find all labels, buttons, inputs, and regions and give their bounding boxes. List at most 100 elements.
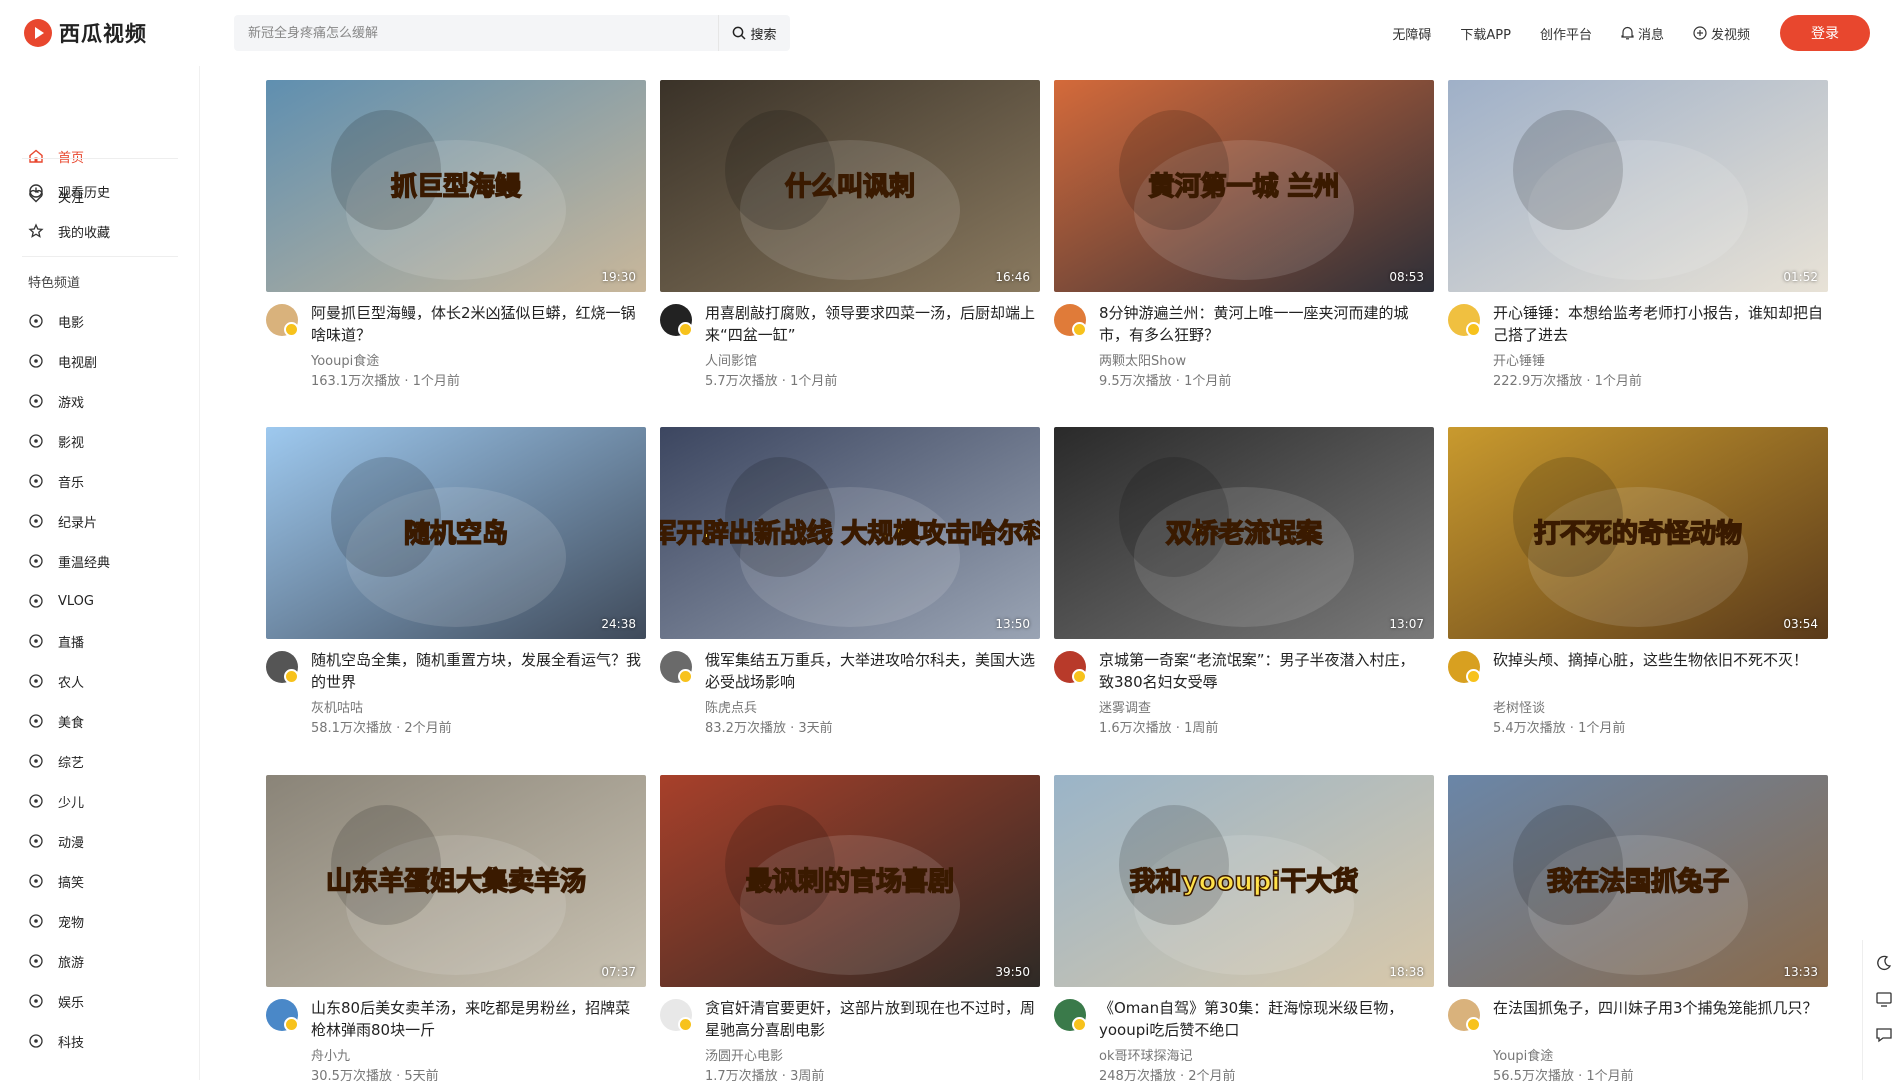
feedback-icon[interactable] — [1875, 990, 1893, 1008]
video-author[interactable]: Youpi食途 — [1493, 1045, 1553, 1064]
download-app-link[interactable]: 下载APP — [1460, 24, 1511, 43]
login-button[interactable]: 登录 — [1780, 15, 1870, 51]
video-thumbnail[interactable]: 随机空岛 24:38 — [266, 427, 646, 639]
upload-video-link[interactable]: 发视频 — [1693, 24, 1750, 43]
sidebar-item-tv[interactable]: 电视剧 — [28, 350, 97, 372]
video-card[interactable]: 最讽刺的官场喜剧 39:50 贪官奸清官要更奸，这部片放到现在也不过时，周星驰高分喜… — [660, 775, 1040, 1084]
video-card[interactable]: 俄军开辟出新战线 大规模攻击哈尔科夫 13:50 俄军集结五万重兵，大举进攻哈尔科夫… — [660, 427, 1040, 736]
video-author[interactable]: 舟小九 — [311, 1045, 350, 1064]
sidebar-item-film[interactable]: 电影 — [28, 310, 84, 332]
sidebar-item-live[interactable]: 直播 — [28, 630, 84, 652]
sidebar-item-smile[interactable]: 搞笑 — [28, 870, 84, 892]
sidebar-item-flag[interactable]: 重温经典 — [28, 550, 110, 572]
author-avatar[interactable] — [1448, 651, 1481, 684]
creator-platform-link[interactable]: 创作平台 — [1540, 24, 1592, 43]
sidebar-item-label: 电影 — [58, 315, 85, 331]
sidebar-item-music[interactable]: 音乐 — [28, 470, 84, 492]
brand-logo[interactable]: 西瓜视频 — [24, 18, 147, 48]
dark-mode-icon[interactable] — [1875, 954, 1893, 972]
video-card[interactable]: 双桥老流氓案 13:07 京城第一奇案“老流氓案”：男子半夜潜入村庄，致380名妇女… — [1054, 427, 1434, 736]
author-avatar[interactable] — [1448, 304, 1481, 337]
author-avatar[interactable] — [1448, 999, 1481, 1032]
video-title[interactable]: 俄军集结五万重兵，大举进攻哈尔科夫，美国大选必受战场影响 — [705, 649, 1035, 693]
video-card[interactable]: 山东羊蛋姐大集卖羊汤 07:37 山东80后美女卖羊汤，来吃都是男粉丝，招牌菜枪林弹… — [266, 775, 646, 1084]
video-duration: 16:46 — [995, 270, 1030, 284]
video-card[interactable]: 01:52 开心锤锤：本想给监考老师打小报告，谁知却把自己搭了进去 开心锤锤 222.… — [1448, 80, 1828, 389]
video-title[interactable]: 8分钟游遍兰州：黄河上唯一一座夹河而建的城市，有多么狂野？ — [1099, 302, 1429, 346]
accessibility-link[interactable]: 无障碍 — [1392, 24, 1431, 43]
sidebar-item-gamepad[interactable]: 游戏 — [28, 390, 84, 412]
sidebar-item-camera[interactable]: VLOG — [28, 590, 94, 612]
search-button[interactable]: 搜索 — [718, 15, 790, 51]
sidebar-item-variety[interactable]: 综艺 — [28, 750, 84, 772]
video-title[interactable]: 阿曼抓巨型海鳗，体长2米凶猛似巨蟒，红烧一锅啥味道？ — [311, 302, 641, 346]
video-title[interactable]: 开心锤锤：本想给监考老师打小报告，谁知却把自己搭了进去 — [1493, 302, 1823, 346]
video-author[interactable]: 迷雾调查 — [1099, 697, 1151, 716]
video-thumbnail[interactable]: 什么叫讽刺 16:46 — [660, 80, 1040, 292]
author-avatar[interactable] — [266, 651, 299, 684]
sidebar-item-pet[interactable]: 宠物 — [28, 910, 84, 932]
sidebar-item-anime[interactable]: 动漫 — [28, 830, 84, 852]
video-title[interactable]: 随机空岛全集，随机重置方块，发展全看运气？我的世界 — [311, 649, 641, 693]
video-author[interactable]: 人间影馆 — [705, 350, 757, 369]
sidebar-item-clapper[interactable]: 影视 — [28, 430, 84, 452]
video-title[interactable]: 在法国抓兔子，四川妹子用3个捕兔笼能抓几只？ — [1493, 997, 1823, 1019]
sidebar-item-document[interactable]: 纪录片 — [28, 510, 97, 532]
author-avatar[interactable] — [660, 304, 693, 337]
sidebar-item-luggage[interactable]: 旅游 — [28, 950, 84, 972]
video-title[interactable]: 京城第一奇案“老流氓案”：男子半夜潜入村庄，致380名妇女受辱 — [1099, 649, 1429, 693]
video-thumbnail[interactable]: 01:52 — [1448, 80, 1828, 292]
video-author[interactable]: 汤圆开心电影 — [705, 1045, 783, 1064]
video-author[interactable]: Yooupi食途 — [311, 350, 379, 369]
search-input[interactable] — [234, 15, 718, 51]
author-avatar[interactable] — [660, 999, 693, 1032]
author-avatar[interactable] — [660, 651, 693, 684]
sidebar-item-home[interactable]: 首页 — [28, 145, 84, 167]
video-title[interactable]: 贪官奸清官要更奸，这部片放到现在也不过时，周星驰高分喜剧电影 — [705, 997, 1035, 1041]
sidebar-item-farmer[interactable]: 农人 — [28, 670, 84, 692]
sidebar-item-clock[interactable]: 观看历史 — [28, 180, 110, 202]
video-thumbnail[interactable]: 我和yooupi干大货 18:38 — [1054, 775, 1434, 987]
video-card[interactable]: 打不死的奇怪动物 03:54 砍掉头颅、摘掉心脏，这些生物依旧不死不灭！ 老树怪谈 5.… — [1448, 427, 1828, 736]
sidebar-item-star[interactable]: 我的收藏 — [28, 220, 110, 242]
sidebar-item-food[interactable]: 美食 — [28, 710, 84, 732]
author-avatar[interactable] — [1054, 651, 1087, 684]
smile-icon — [29, 874, 43, 888]
video-title[interactable]: 《Oman自驾》第30集：赶海惊现米级巨物，yooupi吃后赞不绝口 — [1099, 997, 1429, 1041]
video-thumbnail[interactable]: 抓巨型海鳗 19:30 — [266, 80, 646, 292]
video-card[interactable]: 黄河第一城 兰州 08:53 8分钟游遍兰州：黄河上唯一一座夹河而建的城市，有多么狂… — [1054, 80, 1434, 389]
plus-circle-icon — [1693, 26, 1707, 40]
video-title[interactable]: 山东80后美女卖羊汤，来吃都是男粉丝，招牌菜枪林弹雨80块一斤 — [311, 997, 641, 1041]
video-thumbnail[interactable]: 双桥老流氓案 13:07 — [1054, 427, 1434, 639]
video-thumbnail[interactable]: 黄河第一城 兰州 08:53 — [1054, 80, 1434, 292]
video-card[interactable]: 我在法国抓兔子 13:33 在法国抓兔子，四川妹子用3个捕兔笼能抓几只？ Youpi食… — [1448, 775, 1828, 1084]
video-author[interactable]: 老树怪谈 — [1493, 697, 1545, 716]
video-author[interactable]: ok哥环球探海记 — [1099, 1045, 1192, 1064]
messages-link[interactable]: 消息 — [1621, 24, 1664, 43]
comment-icon[interactable] — [1875, 1026, 1893, 1044]
video-card[interactable]: 抓巨型海鳗 19:30 阿曼抓巨型海鳗，体长2米凶猛似巨蟒，红烧一锅啥味道？ Yoou… — [266, 80, 646, 389]
video-thumbnail[interactable]: 最讽刺的官场喜剧 39:50 — [660, 775, 1040, 987]
video-title[interactable]: 砍掉头颅、摘掉心脏，这些生物依旧不死不灭！ — [1493, 649, 1823, 671]
video-card[interactable]: 我和yooupi干大货 18:38 《Oman自驾》第30集：赶海惊现米级巨物，yo… — [1054, 775, 1434, 1084]
author-avatar[interactable] — [266, 999, 299, 1032]
video-thumbnail[interactable]: 打不死的奇怪动物 03:54 — [1448, 427, 1828, 639]
video-author[interactable]: 陈虎点兵 — [705, 697, 757, 716]
video-thumbnail[interactable]: 俄军开辟出新战线 大规模攻击哈尔科夫 13:50 — [660, 427, 1040, 639]
sidebar-item-kids[interactable]: 少儿 — [28, 790, 84, 812]
author-avatar[interactable] — [1054, 304, 1087, 337]
sidebar-item-entertainment[interactable]: 娱乐 — [28, 990, 84, 1012]
video-stats: 1.7万次播放 · 3周前 — [705, 1069, 825, 1084]
author-avatar[interactable] — [266, 304, 299, 337]
video-card[interactable]: 随机空岛 24:38 随机空岛全集，随机重置方块，发展全看运气？我的世界 灰机咕咕 58… — [266, 427, 646, 736]
video-author[interactable]: 开心锤锤 — [1493, 350, 1545, 369]
video-title[interactable]: 用喜剧敲打腐败，领导要求四菜一汤，后厨却端上来“四盆一缸” — [705, 302, 1035, 346]
video-author[interactable]: 灰机咕咕 — [311, 697, 363, 716]
video-card[interactable]: 什么叫讽刺 16:46 用喜剧敲打腐败，领导要求四菜一汤，后厨却端上来“四盆一缸” 人… — [660, 80, 1040, 389]
author-avatar[interactable] — [1054, 999, 1087, 1032]
live-icon — [29, 634, 43, 648]
video-author[interactable]: 两颗太阳Show — [1099, 350, 1186, 369]
video-thumbnail[interactable]: 我在法国抓兔子 13:33 — [1448, 775, 1828, 987]
video-thumbnail[interactable]: 山东羊蛋姐大集卖羊汤 07:37 — [266, 775, 646, 987]
sidebar-item-tech[interactable]: 科技 — [28, 1030, 84, 1052]
